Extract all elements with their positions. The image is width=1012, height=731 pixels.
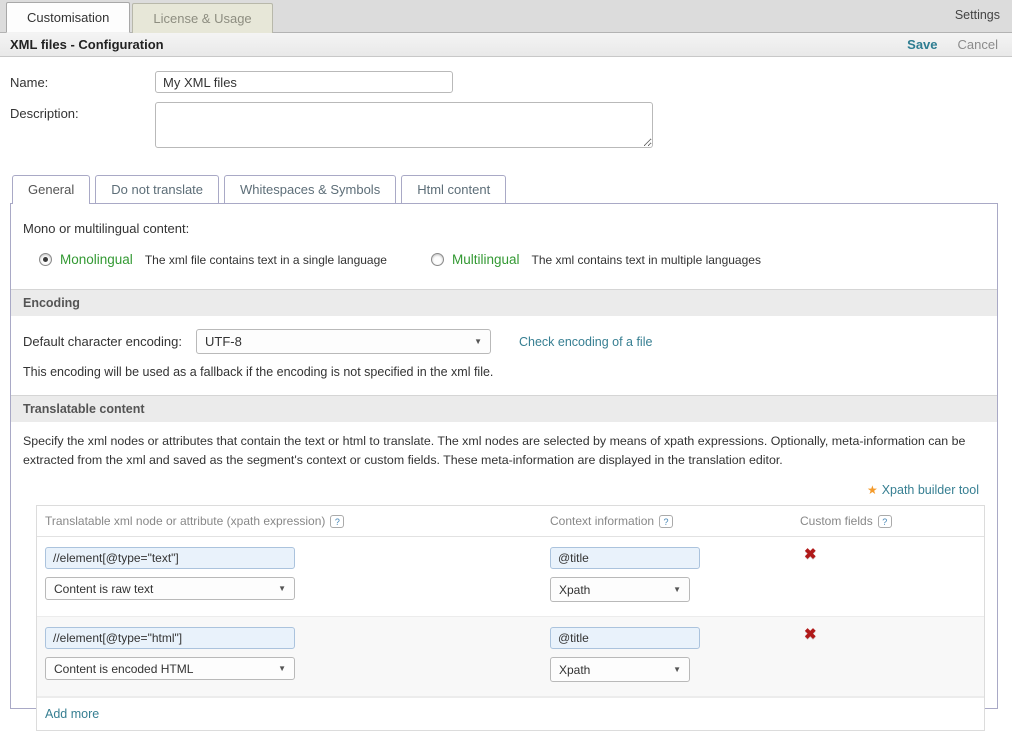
- description-label: Description:: [10, 102, 155, 148]
- chevron-down-icon: ▼: [278, 584, 286, 593]
- content-type-select[interactable]: Content is encoded HTML ▼: [45, 657, 295, 680]
- delete-row-icon[interactable]: ✖: [800, 546, 817, 563]
- help-icon[interactable]: ?: [659, 515, 673, 528]
- encoding-selected-value: UTF-8: [205, 334, 242, 349]
- xpath-builder-tool-link[interactable]: Xpath builder tool: [882, 483, 979, 497]
- config-title-bar: XML files - Configuration Save Cancel: [0, 33, 1012, 57]
- multilingual-label: Multilingual: [452, 252, 520, 267]
- monolingual-radio[interactable]: [39, 253, 52, 266]
- context-type-value: Xpath: [559, 583, 590, 597]
- settings-link[interactable]: Settings: [955, 8, 1012, 24]
- cancel-button[interactable]: Cancel: [958, 37, 998, 52]
- column-header-custom-fields: Custom fields: [800, 514, 873, 528]
- content-mode-label: Mono or multilingual content:: [11, 204, 997, 236]
- star-icon: ★: [867, 483, 878, 497]
- xpath-expression-input[interactable]: [45, 547, 295, 569]
- chevron-down-icon: ▼: [474, 337, 482, 346]
- table-header-row: Translatable xml node or attribute (xpat…: [37, 506, 984, 537]
- monolingual-description: The xml file contains text in a single l…: [145, 253, 387, 267]
- translatable-section-header: Translatable content: [11, 395, 997, 422]
- column-header-context: Context information: [550, 514, 654, 528]
- config-tab-strip: General Do not translate Whitespaces & S…: [10, 175, 998, 203]
- delete-row-icon[interactable]: ✖: [800, 626, 817, 643]
- multilingual-description: The xml contains text in multiple langua…: [532, 253, 761, 267]
- help-icon[interactable]: ?: [330, 515, 344, 528]
- content-type-select[interactable]: Content is raw text ▼: [45, 577, 295, 600]
- context-xpath-input[interactable]: [550, 627, 700, 649]
- tab-license-usage[interactable]: License & Usage: [132, 3, 272, 33]
- translatable-nodes-table: Translatable xml node or attribute (xpat…: [36, 505, 985, 731]
- add-more-link[interactable]: Add more: [45, 707, 99, 721]
- encoding-section-header: Encoding: [11, 289, 997, 316]
- content-type-value: Content is raw text: [54, 582, 153, 596]
- general-tab-panel: Mono or multilingual content: Monolingua…: [10, 203, 998, 709]
- monolingual-option[interactable]: Monolingual The xml file contains text i…: [39, 252, 387, 267]
- name-input[interactable]: [155, 71, 453, 93]
- encoding-label: Default character encoding:: [23, 334, 196, 349]
- monolingual-label: Monolingual: [60, 252, 133, 267]
- translatable-description: Specify the xml nodes or attributes that…: [11, 422, 997, 469]
- multilingual-radio[interactable]: [431, 253, 444, 266]
- page-title: XML files - Configuration: [10, 37, 164, 52]
- multilingual-option[interactable]: Multilingual The xml contains text in mu…: [431, 252, 761, 267]
- tab-general[interactable]: General: [12, 175, 90, 204]
- chevron-down-icon: ▼: [278, 664, 286, 673]
- tab-do-not-translate[interactable]: Do not translate: [95, 175, 219, 203]
- encoding-note: This encoding will be used as a fallback…: [11, 354, 997, 379]
- chevron-down-icon: ▼: [673, 585, 681, 594]
- description-textarea[interactable]: [155, 102, 653, 148]
- content-type-value: Content is encoded HTML: [54, 662, 193, 676]
- encoding-select[interactable]: UTF-8 ▼: [196, 329, 491, 354]
- help-icon[interactable]: ?: [878, 515, 892, 528]
- context-xpath-input[interactable]: [550, 547, 700, 569]
- tab-customisation[interactable]: Customisation: [6, 2, 130, 33]
- save-button[interactable]: Save: [907, 37, 937, 52]
- check-encoding-link[interactable]: Check encoding of a file: [519, 335, 652, 349]
- xpath-expression-input[interactable]: [45, 627, 295, 649]
- chevron-down-icon: ▼: [673, 665, 681, 674]
- column-header-xpath: Translatable xml node or attribute (xpat…: [45, 514, 325, 528]
- tab-html-content[interactable]: Html content: [401, 175, 506, 203]
- context-type-select[interactable]: Xpath ▼: [550, 657, 690, 682]
- table-row: Content is encoded HTML ▼ Xpath ▼ ✖: [37, 616, 984, 697]
- context-type-select[interactable]: Xpath ▼: [550, 577, 690, 602]
- top-tab-bar: Customisation License & Usage Settings: [0, 0, 1012, 33]
- name-label: Name:: [10, 71, 155, 93]
- table-row: Content is raw text ▼ Xpath ▼ ✖: [37, 537, 984, 616]
- context-type-value: Xpath: [559, 663, 590, 677]
- tab-whitespaces-symbols[interactable]: Whitespaces & Symbols: [224, 175, 396, 203]
